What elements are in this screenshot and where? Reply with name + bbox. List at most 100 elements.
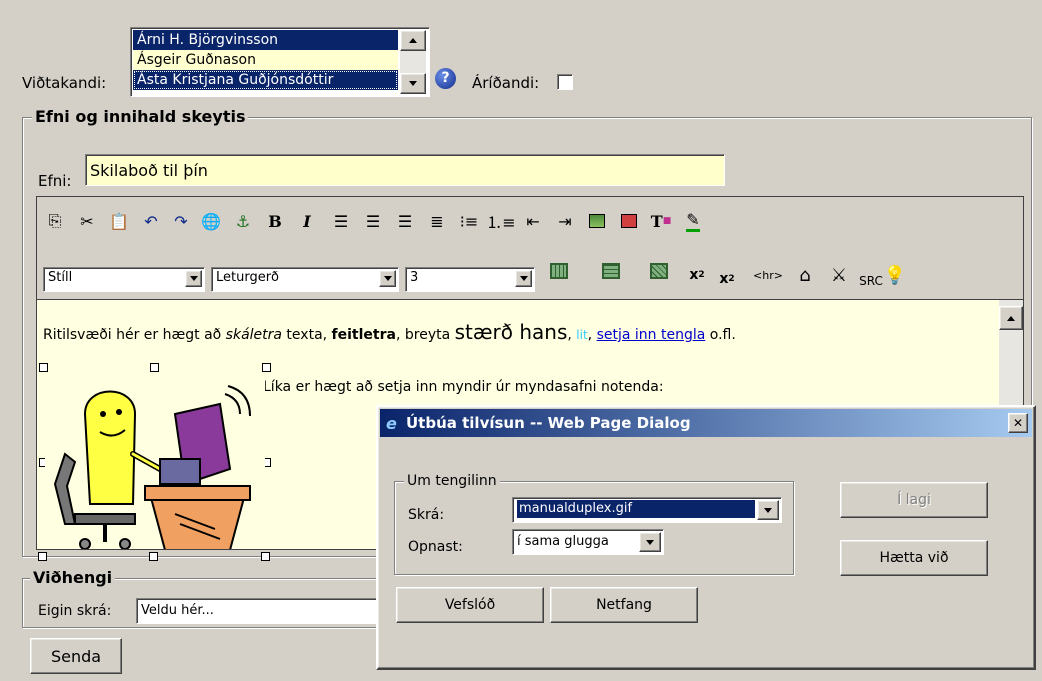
size-select-value: 3 bbox=[410, 270, 419, 285]
resize-handle[interactable] bbox=[150, 363, 159, 372]
subject-input[interactable]: Skilaboð til þín bbox=[85, 154, 725, 186]
font-select[interactable]: Leturgerð bbox=[211, 267, 399, 292]
editor-text-e: , bbox=[587, 327, 597, 343]
editor-text-f: o.fl. bbox=[705, 327, 736, 343]
dialog-group-legend: Um tengilinn bbox=[404, 473, 500, 489]
delete-cells-icon[interactable] bbox=[647, 259, 671, 283]
resize-handle[interactable] bbox=[261, 552, 270, 561]
cut-icon[interactable]: ✂ bbox=[75, 209, 99, 233]
clipart-image[interactable] bbox=[45, 374, 265, 550]
horizontal-rule-icon[interactable]: <hr> bbox=[749, 263, 787, 287]
arrow-up-icon bbox=[1007, 315, 1015, 321]
numbered-list-icon[interactable]: ⒈≡ bbox=[486, 209, 515, 233]
highlight-icon[interactable]: ✎ bbox=[681, 209, 705, 233]
subscript-icon[interactable]: x2 bbox=[715, 267, 739, 291]
recipient-option-2[interactable]: Ásta Kristjana Guðjónsdóttir bbox=[133, 70, 398, 90]
insert-link-icon[interactable]: 🌐 bbox=[199, 209, 223, 233]
dialog-file-arrow[interactable] bbox=[757, 500, 779, 520]
subject-value: Skilaboð til þín bbox=[90, 161, 208, 180]
editor-text-c: , breyta bbox=[395, 327, 455, 343]
style-select-arrow[interactable] bbox=[185, 270, 202, 287]
bullet-list-icon[interactable]: ⁝≡ bbox=[457, 209, 481, 233]
align-left-icon[interactable]: ☰ bbox=[329, 209, 353, 233]
insert-column-icon[interactable] bbox=[599, 259, 623, 283]
arrow-down-icon bbox=[409, 81, 417, 86]
redo-icon[interactable]: ↷ bbox=[169, 209, 193, 233]
send-button[interactable]: Senda bbox=[30, 638, 122, 674]
recipient-label: Viðtakandi: bbox=[22, 74, 106, 92]
ok-button[interactable]: Í lagi bbox=[840, 482, 988, 518]
resize-handle[interactable] bbox=[149, 552, 158, 561]
recipient-listbox[interactable]: Árni H. Björgvinsson Ásgeir Guðnason Ást… bbox=[130, 27, 430, 97]
indent-icon[interactable]: ⇥ bbox=[553, 209, 577, 233]
align-justify-icon[interactable]: ≣ bbox=[425, 209, 449, 233]
tip-icon[interactable]: 💡 bbox=[883, 263, 907, 287]
insert-image-icon[interactable] bbox=[585, 209, 609, 233]
close-icon[interactable]: ✕ bbox=[1008, 413, 1028, 433]
chevron-down-icon bbox=[646, 539, 654, 545]
chevron-down-icon bbox=[519, 276, 528, 281]
question-circle-icon[interactable]: ? bbox=[435, 68, 456, 89]
style-select[interactable]: Stíll bbox=[43, 267, 205, 292]
align-right-icon[interactable]: ☰ bbox=[393, 209, 417, 233]
cancel-button[interactable]: Hætta við bbox=[840, 540, 988, 576]
recipient-label-text: Viðtakandi: bbox=[22, 74, 107, 92]
ie-logo-icon: e bbox=[386, 414, 397, 433]
recipient-scrollbar[interactable] bbox=[400, 30, 426, 94]
remove-format-icon[interactable]: ⚔ bbox=[827, 263, 851, 287]
copy-icon[interactable]: ⎘ bbox=[43, 209, 67, 233]
recipient-option-1[interactable]: Ásgeir Guðnason bbox=[133, 50, 398, 70]
resize-handle[interactable] bbox=[39, 363, 48, 372]
dialog-titlebar[interactable]: e Útbúa tilvísun -- Web Page Dialog ✕ bbox=[380, 409, 1032, 437]
resize-handle[interactable] bbox=[262, 363, 271, 372]
link-dialog: e Útbúa tilvísun -- Web Page Dialog ✕ Um… bbox=[376, 405, 1036, 670]
urgent-checkbox[interactable] bbox=[557, 74, 573, 90]
arrow-up-icon bbox=[409, 38, 417, 43]
scroll-down-button[interactable] bbox=[400, 73, 426, 94]
ok-button-label: Í lagi bbox=[897, 492, 931, 508]
dialog-file-select[interactable]: manualduplex.gif bbox=[512, 497, 782, 523]
editor-line1: Ritilsvæði hér er hægt að skáletra texta… bbox=[43, 320, 736, 344]
insert-row-icon[interactable] bbox=[547, 259, 571, 283]
insert-table-icon[interactable] bbox=[617, 209, 641, 233]
editor-scroll-up-button[interactable] bbox=[999, 306, 1023, 330]
editor-bold-text: feitletra bbox=[331, 327, 396, 343]
outdent-icon[interactable]: ⇤ bbox=[521, 209, 545, 233]
dialog-open-arrow[interactable] bbox=[639, 532, 661, 552]
email-button[interactable]: Netfang bbox=[550, 587, 698, 623]
editor-link[interactable]: setja inn tengla bbox=[597, 327, 706, 343]
file-label: Eigin skrá: bbox=[38, 603, 112, 619]
src-label: SRC bbox=[859, 274, 883, 288]
editor-line2: Líka er hægt að setja inn myndir úr mynd… bbox=[263, 379, 664, 395]
dialog-open-label: Opnast: bbox=[408, 539, 463, 555]
paste-icon[interactable]: 📋 bbox=[107, 209, 131, 233]
url-button[interactable]: Vefslóð bbox=[396, 587, 544, 623]
cancel-button-label: Hætta við bbox=[879, 550, 949, 566]
size-select[interactable]: 3 bbox=[405, 267, 535, 292]
size-select-arrow[interactable] bbox=[515, 270, 532, 287]
undo-icon[interactable]: ↶ bbox=[139, 209, 163, 233]
subject-label: Efni: bbox=[38, 172, 72, 190]
url-button-label: Vefslóð bbox=[444, 597, 496, 613]
insert-anchor-icon[interactable]: ⚓ bbox=[231, 209, 255, 233]
align-center-icon[interactable]: ☰ bbox=[361, 209, 385, 233]
recipient-option-0[interactable]: Árni H. Björgvinsson bbox=[133, 30, 398, 50]
hr-label: <hr> bbox=[753, 268, 783, 282]
editor-text-a: Ritilsvæði hér er hægt að bbox=[43, 327, 226, 343]
dialog-file-value: manualduplex.gif bbox=[517, 500, 755, 518]
text-color-icon[interactable]: T ■ bbox=[649, 209, 673, 233]
editor-italic-text: skáletra bbox=[225, 327, 282, 343]
editor-toolbar: ⎘ ✂ 📋 ↶ ↷ 🌐 ⚓ B I ☰ ☰ ☰ ≣ ⁝≡ ⒈≡ ⇤ ⇥ T ■ ✎… bbox=[36, 196, 1024, 300]
scroll-up-button[interactable] bbox=[400, 30, 426, 51]
font-select-arrow[interactable] bbox=[379, 270, 396, 287]
editor-color-text: lit bbox=[576, 328, 588, 342]
bold-icon[interactable]: B bbox=[263, 209, 287, 233]
dialog-open-select[interactable]: í sama glugga bbox=[512, 529, 664, 555]
superscript-icon[interactable]: x2 bbox=[685, 263, 709, 287]
dialog-group-frame bbox=[394, 481, 794, 575]
resize-handle[interactable] bbox=[38, 552, 47, 561]
editor-text-d: , bbox=[567, 327, 577, 343]
file-input[interactable]: Veldu hér... bbox=[136, 598, 380, 624]
italic-icon[interactable]: I bbox=[295, 209, 319, 233]
insert-special-icon[interactable]: ⌂ bbox=[793, 263, 817, 287]
